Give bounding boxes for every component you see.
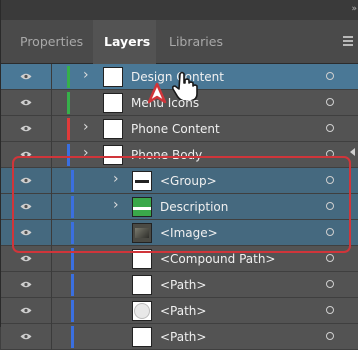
expand-arrow-icon[interactable]: ›: [83, 145, 89, 161]
column-divider: [51, 220, 52, 246]
layer-name[interactable]: <Group>: [160, 174, 217, 188]
layer-thumbnail: [132, 171, 152, 191]
scroll-indicator-icon[interactable]: [350, 148, 355, 156]
expand-arrow-icon[interactable]: ›: [113, 197, 119, 213]
hamburger-menu-icon[interactable]: [343, 36, 353, 46]
layer-color-swatch: [67, 118, 70, 140]
column-divider: [51, 272, 52, 298]
target-circle-icon[interactable]: [326, 98, 334, 106]
panel-tab-bar: Properties Layers Libraries: [1, 20, 358, 64]
visibility-eye-icon[interactable]: [20, 307, 32, 314]
layer-thumbnail: [103, 93, 123, 113]
target-circle-icon[interactable]: [326, 124, 334, 132]
layer-thumbnail: [132, 327, 152, 347]
column-divider: [51, 324, 52, 350]
layer-name[interactable]: Phone Content: [131, 122, 220, 136]
hand-cursor-icon: [171, 71, 198, 100]
layer-thumbnail: [132, 275, 152, 295]
layer-thumbnail: [132, 249, 152, 269]
visibility-eye-icon[interactable]: [20, 255, 32, 262]
layer-row[interactable]: <Path>: [1, 298, 358, 324]
column-divider: [51, 90, 52, 116]
layer-thumbnail: [103, 145, 123, 165]
tab-libraries[interactable]: Libraries: [158, 20, 236, 64]
layer-row[interactable]: <Path>: [1, 272, 358, 298]
layer-row[interactable]: › Phone Body: [1, 142, 358, 168]
target-circle-icon[interactable]: [326, 202, 334, 210]
layer-row[interactable]: <Compound Path>: [1, 246, 358, 272]
layer-thumbnail: [103, 67, 123, 87]
visibility-eye-icon[interactable]: [20, 177, 32, 184]
layer-name[interactable]: <Compound Path>: [160, 252, 275, 266]
layer-name[interactable]: Phone Body: [131, 148, 202, 162]
layer-thumbnail: [103, 119, 123, 139]
layer-name[interactable]: <Path>: [160, 330, 206, 344]
layer-color-swatch: [67, 144, 70, 166]
target-circle-icon[interactable]: [326, 280, 334, 288]
layer-name[interactable]: Description: [160, 200, 228, 214]
layer-color-swatch: [71, 196, 74, 218]
collapse-panel-icon[interactable]: »: [351, 4, 356, 14]
column-divider: [51, 142, 52, 168]
visibility-eye-icon[interactable]: [20, 125, 32, 132]
layer-list: › Design Content Menu Icons › Phone Content ›…: [1, 64, 358, 350]
layer-color-swatch: [67, 66, 70, 88]
visibility-eye-icon[interactable]: [20, 203, 32, 210]
visibility-eye-icon[interactable]: [20, 281, 32, 288]
target-circle-icon[interactable]: [326, 254, 334, 262]
tab-properties[interactable]: Properties: [9, 20, 91, 64]
layer-thumbnail: [132, 301, 152, 321]
column-divider: [51, 168, 52, 194]
target-circle-icon[interactable]: [326, 72, 334, 80]
target-circle-icon[interactable]: [326, 150, 334, 158]
column-divider: [51, 298, 52, 324]
layer-name[interactable]: <Path>: [160, 304, 206, 318]
expand-arrow-icon[interactable]: ›: [113, 171, 119, 187]
layers-panel: » Properties Layers Libraries › Design Co…: [0, 0, 358, 350]
column-divider: [51, 246, 52, 272]
tab-layers[interactable]: Layers: [93, 20, 156, 64]
layer-row[interactable]: <Path>: [1, 324, 358, 350]
cursor-arrow-icon: [147, 82, 167, 104]
target-circle-icon[interactable]: [326, 176, 334, 184]
layer-name[interactable]: <Image>: [160, 226, 218, 240]
layer-color-swatch: [67, 92, 70, 114]
layer-row[interactable]: › <Group>: [1, 168, 358, 194]
layer-color-swatch: [71, 274, 74, 296]
expand-arrow-icon[interactable]: ›: [83, 119, 89, 135]
layer-color-swatch: [71, 248, 74, 270]
layer-color-swatch: [71, 300, 74, 322]
panel-title-strip: »: [1, 0, 358, 20]
visibility-eye-icon[interactable]: [20, 73, 32, 80]
target-circle-icon[interactable]: [326, 332, 334, 340]
target-circle-icon[interactable]: [326, 228, 334, 236]
layer-thumbnail: [132, 197, 152, 217]
visibility-eye-icon[interactable]: [20, 151, 32, 158]
visibility-eye-icon[interactable]: [20, 99, 32, 106]
visibility-eye-icon[interactable]: [20, 333, 32, 340]
visibility-eye-icon[interactable]: [20, 229, 32, 236]
column-divider: [51, 194, 52, 220]
column-divider: [51, 116, 52, 142]
layer-row[interactable]: › Description: [1, 194, 358, 220]
layer-row[interactable]: <Image>: [1, 220, 358, 246]
column-divider: [51, 64, 52, 90]
layer-color-swatch: [71, 170, 74, 192]
layer-thumbnail: [132, 223, 152, 243]
layer-name[interactable]: <Path>: [160, 278, 206, 292]
layer-row[interactable]: › Phone Content: [1, 116, 358, 142]
layer-color-swatch: [71, 222, 74, 244]
layer-color-swatch: [71, 326, 74, 348]
target-circle-icon[interactable]: [326, 306, 334, 314]
expand-arrow-icon[interactable]: ›: [83, 67, 89, 83]
